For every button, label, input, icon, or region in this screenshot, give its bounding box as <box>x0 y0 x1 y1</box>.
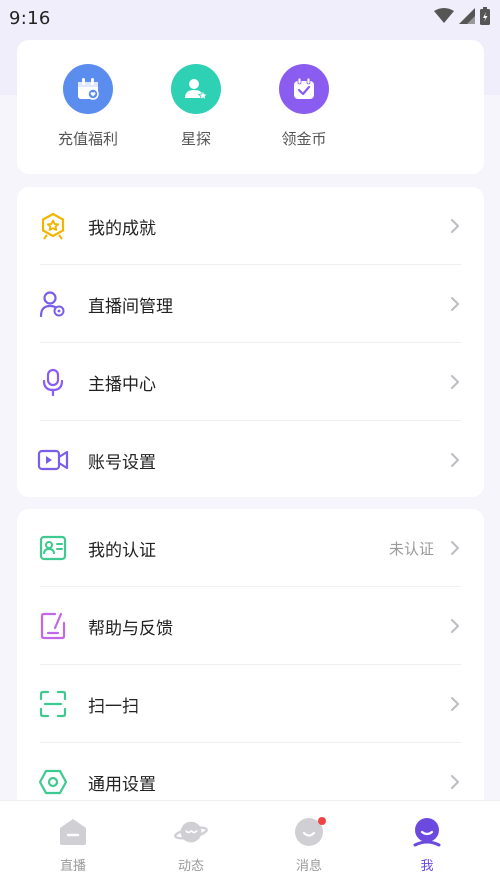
me-icon <box>410 815 444 849</box>
quick-actions-card: 充值福利 星探 领金币 <box>17 40 484 174</box>
chevron-right-icon <box>448 772 462 792</box>
quick-action-label: 领金币 <box>281 130 327 148</box>
chevron-right-icon <box>448 538 462 558</box>
achievement-icon <box>37 210 69 242</box>
user-star-icon <box>171 64 221 114</box>
menu-item-label: 帮助与反馈 <box>88 618 173 639</box>
menu-item-label: 直播间管理 <box>88 296 173 317</box>
planet-icon <box>174 815 208 849</box>
chevron-right-icon <box>448 216 462 236</box>
menu-item-label: 扫一扫 <box>88 696 139 717</box>
feedback-icon <box>37 610 69 642</box>
menu-item-label: 账号设置 <box>88 452 156 473</box>
menu-item-label: 我的成就 <box>88 218 156 239</box>
status-icons <box>434 7 490 29</box>
bottom-tab-bar: 直播 动态 消息 我 <box>0 800 500 889</box>
video-camera-icon <box>37 444 69 476</box>
quick-action-label: 星探 <box>180 130 211 148</box>
battery-icon <box>480 7 490 29</box>
signal-icon <box>459 8 475 28</box>
tab-label: 动态 <box>177 859 204 874</box>
gift-calendar-icon <box>63 64 113 114</box>
quick-action-recharge[interactable]: 充值福利 <box>43 64 133 149</box>
menu-item-host-center[interactable]: 主播中心 <box>17 343 484 421</box>
tab-label: 直播 <box>59 859 86 874</box>
wifi-icon <box>434 8 454 28</box>
settings-hex-icon <box>37 766 69 798</box>
menu-item-account-settings[interactable]: 账号设置 <box>17 421 484 499</box>
chevron-right-icon <box>448 450 462 470</box>
status-bar: 9:16 <box>0 0 500 36</box>
user-gear-icon <box>37 288 69 320</box>
menu-item-label: 通用设置 <box>88 774 156 795</box>
menu-item-live-room-management[interactable]: 直播间管理 <box>17 265 484 343</box>
status-time: 9:16 <box>9 7 51 29</box>
menu-item-scan[interactable]: 扫一扫 <box>17 665 484 743</box>
menu-item-label: 我的认证 <box>88 540 156 561</box>
verification-status: 未认证 <box>388 539 434 558</box>
message-icon <box>292 815 326 849</box>
tab-label: 我 <box>420 859 434 874</box>
calendar-check-icon <box>279 64 329 114</box>
chevron-right-icon <box>448 694 462 714</box>
unread-badge <box>318 817 326 825</box>
menu-item-my-verification[interactable]: 我的认证 未认证 <box>17 509 484 587</box>
scan-icon <box>37 688 69 720</box>
id-card-icon <box>37 532 69 564</box>
quick-action-scout[interactable]: 星探 <box>151 64 241 149</box>
tab-me[interactable]: 我 <box>387 815 467 874</box>
microphone-icon <box>37 366 69 398</box>
live-icon <box>56 815 90 849</box>
quick-action-coins[interactable]: 领金币 <box>259 64 349 149</box>
menu-item-help-feedback[interactable]: 帮助与反馈 <box>17 587 484 665</box>
menu-item-achievements[interactable]: 我的成就 <box>17 187 484 265</box>
tab-feed[interactable]: 动态 <box>151 815 231 874</box>
menu-group-2: 我的认证 未认证 帮助与反馈 扫一扫 通用设置 <box>17 509 484 809</box>
tab-live[interactable]: 直播 <box>33 815 113 874</box>
chevron-right-icon <box>448 616 462 636</box>
quick-action-label: 充值福利 <box>57 130 118 148</box>
menu-group-1: 我的成就 直播间管理 主播中心 账号设置 <box>17 187 484 497</box>
menu-item-label: 主播中心 <box>88 374 156 395</box>
tab-messages[interactable]: 消息 <box>269 815 349 874</box>
tab-label: 消息 <box>295 859 322 874</box>
chevron-right-icon <box>448 294 462 314</box>
chevron-right-icon <box>448 372 462 392</box>
